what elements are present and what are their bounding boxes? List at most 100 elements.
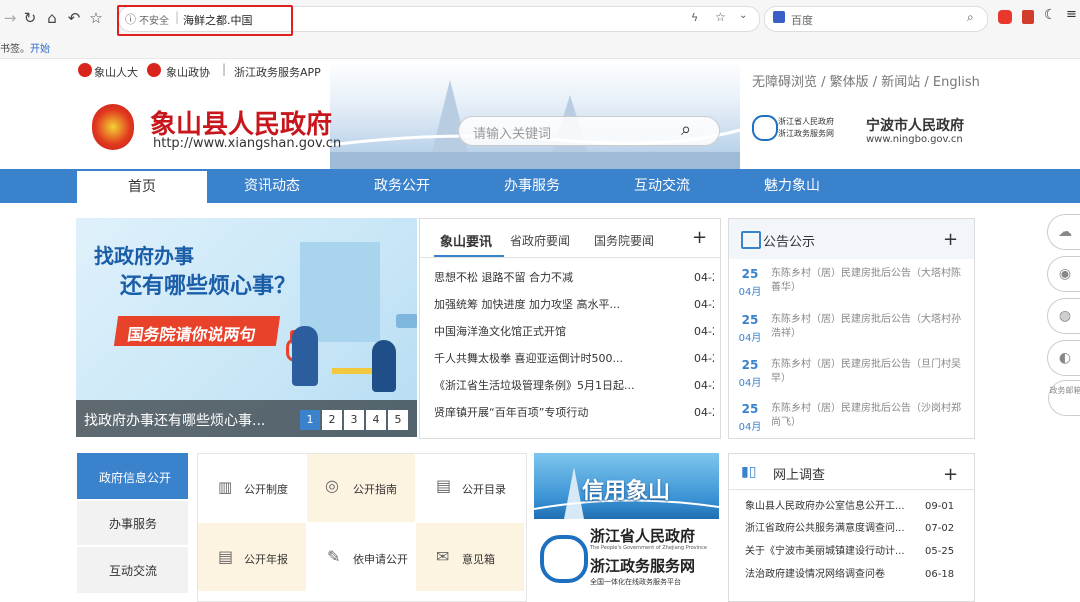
nav-news[interactable]: 资讯动态 bbox=[207, 169, 337, 203]
tile-annual-report[interactable]: ▤ 公开年报 bbox=[198, 523, 306, 591]
globe-icon[interactable]: ◐ bbox=[1047, 340, 1080, 376]
credit-xiangshan-banner[interactable]: 信用象山 bbox=[534, 453, 719, 519]
weibo-icon[interactable]: ◉ bbox=[1047, 256, 1080, 292]
news-item-title[interactable]: 思想不松 退路不留 合力不减 bbox=[434, 271, 573, 284]
top-link-zhengxie[interactable]: 象山政协 bbox=[166, 64, 210, 80]
news-item[interactable]: 贤庠镇开展“百年百项”专项行动 04-28 bbox=[434, 399, 714, 426]
reload-icon[interactable]: ↻ bbox=[20, 8, 40, 28]
notice-text[interactable]: 东陈乡村（居）民建房批后公告（大塔村孙浩祥） bbox=[771, 313, 961, 341]
zj-gov-logo-icon bbox=[752, 115, 778, 141]
carousel-page-5[interactable]: 5 bbox=[388, 410, 408, 430]
cloud-icon[interactable]: ☁ bbox=[1047, 214, 1080, 250]
star-icon[interactable]: ☆ bbox=[86, 8, 106, 28]
nav-gov-open[interactable]: 政务公开 bbox=[337, 169, 467, 203]
lightning-icon[interactable]: ϟ bbox=[691, 11, 698, 24]
moon-icon[interactable]: ☾ bbox=[1044, 7, 1057, 23]
survey-item-title[interactable]: 关于《宁波市美丽城镇建设行动计... bbox=[745, 546, 905, 557]
carousel-page-2[interactable]: 2 bbox=[322, 410, 342, 430]
news-item-title[interactable]: 《浙江省生活垃圾管理条例》5月1日起... bbox=[434, 379, 635, 392]
forward-icon[interactable]: → bbox=[0, 8, 20, 28]
notice-text[interactable]: 东陈乡村（居）民建房批后公告（旦门村吴早） bbox=[771, 358, 961, 386]
nav-interaction[interactable]: 互动交流 bbox=[597, 169, 727, 203]
news-item[interactable]: 加强统筹 加快进度 加力攻坚 高水平... 04-28 bbox=[434, 291, 714, 318]
search-icon[interactable]: ⌕ bbox=[681, 119, 691, 140]
tile-open-guide[interactable]: ◎ 公开指南 bbox=[307, 454, 415, 522]
banner-carousel[interactable]: 找政府办事 还有哪些烦心事？ 国务院请你说两句 找政府办事还有哪些烦心事... bbox=[76, 218, 417, 437]
notice-more-button[interactable]: + bbox=[943, 229, 958, 250]
left-tab-info-open[interactable]: 政府信息公开 bbox=[77, 453, 188, 499]
news-item-title[interactable]: 贤庠镇开展“百年百项”专项行动 bbox=[434, 406, 588, 419]
tile-apply-open[interactable]: ✎ 依申请公开 bbox=[307, 523, 415, 591]
nav-charm[interactable]: 魅力象山 bbox=[727, 169, 857, 203]
wechat-icon[interactable]: ◍ bbox=[1047, 298, 1080, 334]
chart-icon: ▮▯ bbox=[741, 464, 757, 480]
nav-home[interactable]: 首页 bbox=[77, 169, 207, 203]
news-item[interactable]: 《浙江省生活垃圾管理条例》5月1日起... 04-28 bbox=[434, 372, 714, 399]
notice-item[interactable]: 25 04月 东陈乡村（居）民建房批后公告（大塔村孙浩祥） bbox=[729, 307, 974, 351]
bookmark-start-link[interactable]: 开始 bbox=[30, 40, 50, 55]
notice-item[interactable]: 25 04月 东陈乡村（居）民建房批后公告（沙岗村郑尚飞） bbox=[729, 396, 974, 440]
zj-service-banner[interactable]: 浙江省人民政府 The People's Government of Zheji… bbox=[534, 521, 719, 600]
zj-logo-line2[interactable]: 浙江政务服务网 bbox=[778, 128, 834, 139]
zj-logo-line1[interactable]: 浙江省人民政府 bbox=[778, 116, 834, 127]
survey-item-date: 09-01 bbox=[925, 501, 955, 512]
carousel-page-4[interactable]: 4 bbox=[366, 410, 386, 430]
survey-item-title[interactable]: 象山县人民政府办公室信息公开工... bbox=[745, 501, 905, 512]
ningbo-url[interactable]: www.ningbo.gov.cn bbox=[866, 134, 963, 145]
carousel-page-3[interactable]: 3 bbox=[344, 410, 364, 430]
notice-text[interactable]: 东陈乡村（居）民建房批后公告（大塔村陈善华） bbox=[771, 267, 961, 295]
news-tab-province[interactable]: 省政府要闻 bbox=[510, 232, 570, 249]
survey-item[interactable]: 象山县人民政府办公室信息公开工... 09-01 bbox=[745, 497, 970, 517]
survey-item[interactable]: 法治政府建设情况网络调查问卷 06-18 bbox=[745, 565, 970, 585]
survey-item-title[interactable]: 浙江省政府公共服务满意度调查问... bbox=[745, 523, 905, 534]
news-more-button[interactable]: + bbox=[692, 227, 707, 248]
banner-caption[interactable]: 找政府办事还有哪些烦心事... bbox=[84, 410, 265, 430]
survey-more-button[interactable]: + bbox=[943, 464, 958, 485]
undo-icon[interactable]: ↶ bbox=[64, 8, 84, 28]
utility-links[interactable]: 无障碍浏览 / 繁体版 / 新闻站 / English bbox=[752, 71, 980, 90]
home-icon[interactable]: ⌂ bbox=[42, 8, 62, 28]
mail-icon: ✉ bbox=[436, 547, 450, 566]
zj-gov-name: 浙江省人民政府 bbox=[590, 527, 696, 545]
pencil-icon: ✎ bbox=[327, 547, 341, 566]
notice-item[interactable]: 25 04月 东陈乡村（居）民建房批后公告（旦门村吴早） bbox=[729, 352, 974, 396]
person-figure bbox=[292, 326, 318, 386]
news-item[interactable]: 千人共舞太极拳 喜迎亚运倒计时500... 04-28 bbox=[434, 345, 714, 372]
top-link-renda[interactable]: 象山人大 bbox=[94, 64, 138, 80]
notice-item[interactable]: 25 04月 东陈乡村（居）民建房批后公告（大塔村陈善华） bbox=[729, 261, 974, 305]
news-item-title[interactable]: 加强统筹 加快进度 加力攻坚 高水平... bbox=[434, 298, 620, 311]
tile-open-catalog[interactable]: ▤ 公开目录 bbox=[416, 454, 524, 522]
pdf-icon[interactable] bbox=[1022, 10, 1034, 24]
left-tab-service[interactable]: 办事服务 bbox=[77, 501, 188, 545]
bookmarks-prefix: 书签。 bbox=[0, 44, 30, 55]
notice-month: 04月 bbox=[738, 287, 762, 298]
site-search-input[interactable]: 请输入关键词 ⌕ bbox=[458, 116, 720, 146]
news-item[interactable]: 中国海洋渔文化馆正式开馆 04-28 bbox=[434, 318, 714, 345]
tile-suggestion-box[interactable]: ✉ 意见箱 bbox=[416, 523, 524, 591]
top-link-app[interactable]: 浙江政务服务APP bbox=[234, 64, 321, 80]
search-icon[interactable]: ⌕ bbox=[967, 10, 974, 25]
survey-item-title[interactable]: 法治政府建设情况网络调查问卷 bbox=[745, 569, 885, 580]
news-tab-xiangshan[interactable]: 象山要讯 bbox=[440, 231, 492, 250]
baidu-icon bbox=[773, 11, 785, 23]
news-item[interactable]: 思想不松 退路不留 合力不减 04-28 bbox=[434, 264, 714, 291]
news-item-title[interactable]: 千人共舞太极拳 喜迎亚运倒计时500... bbox=[434, 352, 623, 365]
divider bbox=[420, 257, 720, 258]
bookmark-star-icon[interactable]: ☆ bbox=[715, 10, 726, 24]
browser-search-box[interactable]: 百度 ⌕ bbox=[764, 6, 988, 32]
nav-service[interactable]: 办事服务 bbox=[467, 169, 597, 203]
notice-text[interactable]: 东陈乡村（居）民建房批后公告（沙岗村郑尚飞） bbox=[771, 402, 961, 430]
news-item-date: 04-28 bbox=[694, 298, 714, 311]
menu-icon[interactable]: ≡ bbox=[1066, 7, 1077, 22]
gov-mail-button[interactable]: 政务邮箱 bbox=[1048, 380, 1080, 416]
extension-icon[interactable] bbox=[998, 10, 1012, 24]
tile-open-system[interactable]: ▥ 公开制度 bbox=[198, 454, 306, 522]
news-item-title[interactable]: 中国海洋渔文化馆正式开馆 bbox=[434, 325, 566, 338]
carousel-page-1[interactable]: 1 bbox=[300, 410, 320, 430]
news-tab-state-council[interactable]: 国务院要闻 bbox=[594, 232, 654, 249]
left-tab-interaction[interactable]: 互动交流 bbox=[77, 547, 188, 593]
ningbo-name[interactable]: 宁波市人民政府 bbox=[866, 115, 964, 135]
chevron-down-icon[interactable]: ⌄ bbox=[739, 10, 747, 21]
survey-item[interactable]: 关于《宁波市美丽城镇建设行动计... 05-25 bbox=[745, 542, 970, 562]
survey-item[interactable]: 浙江省政府公共服务满意度调查问... 07-02 bbox=[745, 519, 970, 539]
